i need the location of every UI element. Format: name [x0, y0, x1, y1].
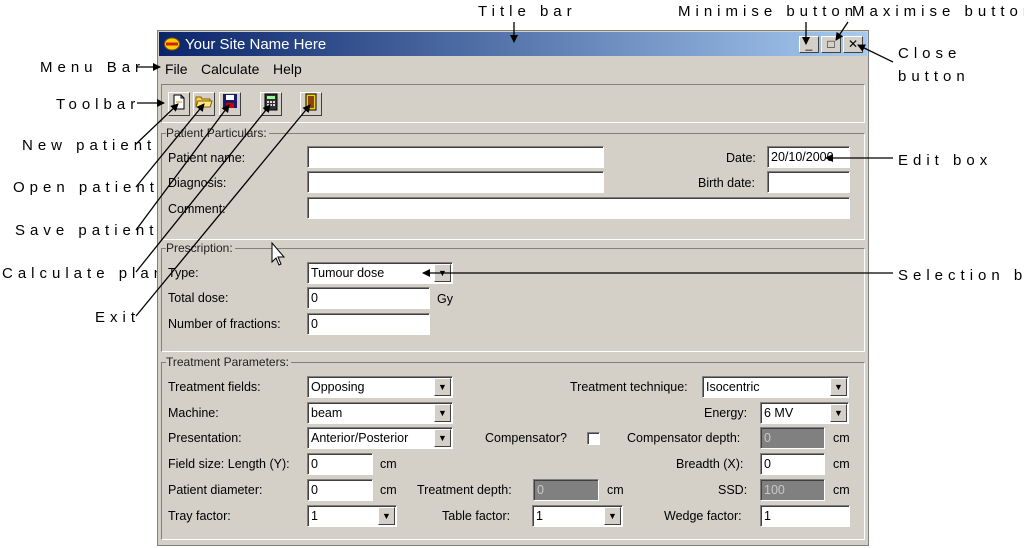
- arrow-calculate-plan: [135, 104, 271, 273]
- arrow-open-patient: [135, 103, 205, 188]
- arrow-save-patient: [135, 104, 230, 231]
- arrow-exit: [135, 104, 311, 317]
- mouse-cursor-icon: [271, 241, 286, 266]
- callout-arrows: [135, 21, 894, 317]
- arrow-new-patient: [135, 103, 179, 145]
- arrow-maximise: [835, 21, 849, 41]
- arrow-close: [857, 44, 894, 63]
